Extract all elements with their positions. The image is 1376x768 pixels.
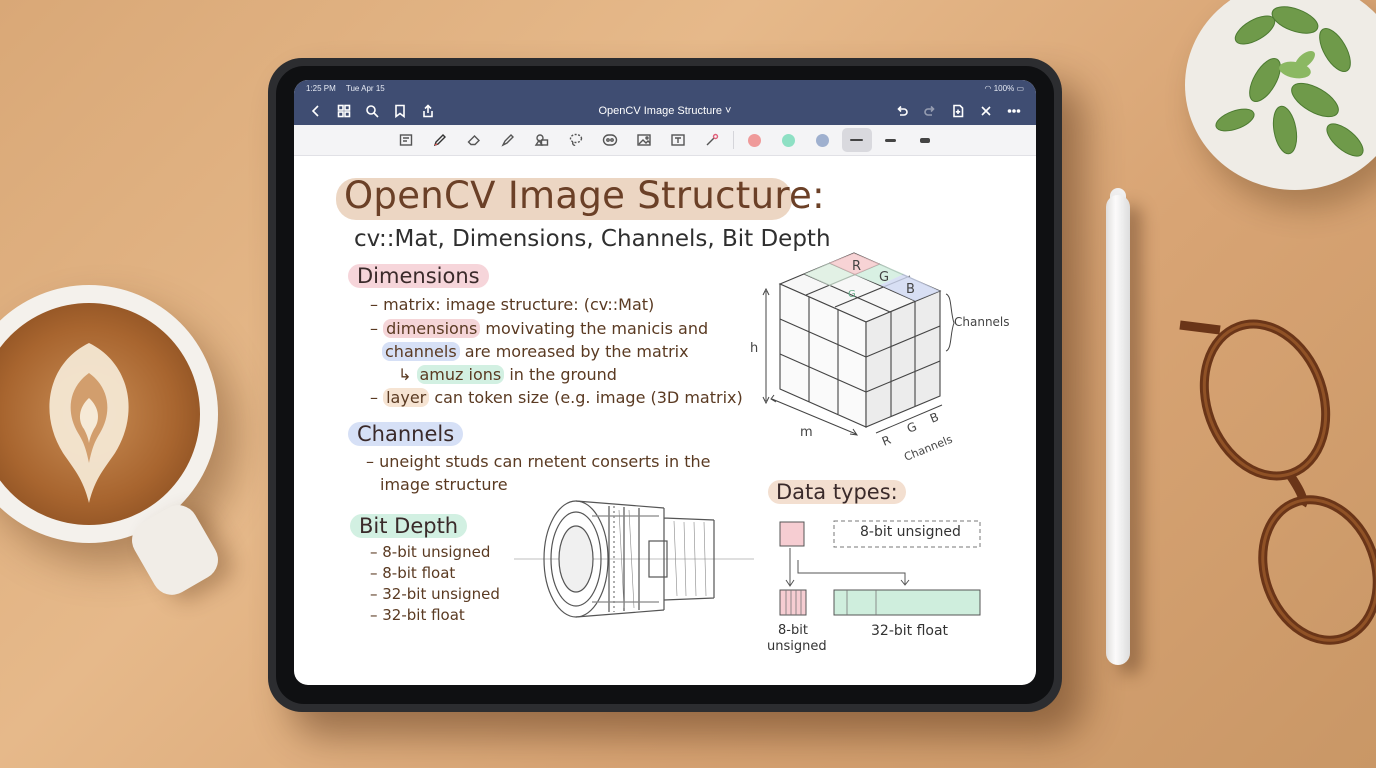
battery-level: 100% [993, 84, 1015, 93]
eyeglasses [1179, 319, 1376, 645]
cube-bottom-g: G [905, 419, 919, 435]
dimensions-line-5: – layer can token size (e.g. image (3D m… [370, 388, 743, 407]
status-left: 1:25 PM Tue Apr 15 [306, 84, 393, 93]
nav-right-group [888, 97, 1028, 125]
cube-top-g: G [879, 270, 889, 285]
succulent-plant [1215, 6, 1364, 157]
cube-channels-right: Channels [954, 315, 1010, 329]
app-screen: 1:25 PM Tue Apr 15 ◠ 100% ▭ OpenCV Image… [294, 80, 1036, 685]
latte-art [0, 303, 200, 525]
text-icon[interactable] [663, 128, 693, 152]
laser-pointer-icon[interactable] [697, 128, 727, 152]
note-canvas[interactable]: OpenCV Image Structure: cv::Mat, Dimensi… [294, 156, 1036, 685]
image-icon[interactable] [629, 128, 659, 152]
search-icon[interactable] [358, 97, 386, 125]
shapes-icon[interactable] [527, 128, 557, 152]
stylus-pencil [1106, 195, 1130, 665]
channels-line-2: image structure [380, 475, 508, 494]
cube-h-label: h [750, 341, 758, 356]
cube-top-r: R [852, 259, 861, 274]
cube-top-mid: G [848, 289, 856, 300]
bit-depth-heading: Bit Depth [350, 514, 468, 538]
dimensions-line-5-rest: can token size (e.g. image (3D matrix) [429, 388, 743, 407]
dimensions-line-1: – matrix: image structure: (cv::Mat) [370, 295, 655, 314]
cube-channels-bottom: Channels [902, 433, 954, 464]
lasso-icon[interactable] [561, 128, 591, 152]
camera-lens-sketch [514, 500, 754, 618]
dimensions-line-3: channels are moreased by the matrix [382, 342, 689, 361]
cube-bottom-r: R [880, 433, 893, 449]
status-date: Tue Apr 15 [345, 84, 385, 93]
add-page-icon[interactable] [944, 97, 972, 125]
status-time: 1:25 PM [306, 84, 336, 93]
dimensions-heading: Dimensions [348, 264, 489, 288]
grid-view-icon[interactable] [330, 97, 358, 125]
bit-depth-item: – 32-bit unsigned [370, 585, 500, 603]
layer-term: layer [383, 388, 430, 407]
stroke-width-thick[interactable] [910, 128, 940, 152]
status-bar: 1:25 PM Tue Apr 15 ◠ 100% ▭ [294, 80, 1036, 97]
dimensions-line-4: ↳ amuz ions in the ground [398, 365, 617, 384]
bookmark-icon[interactable] [386, 97, 414, 125]
status-right: ◠ 100% ▭ [985, 84, 1024, 93]
data-type-box-label: 8-bit unsigned [860, 524, 961, 540]
bit-depth-item: – 8-bit float [370, 564, 456, 582]
nav-left-group [302, 97, 442, 125]
note-subtitle: cv::Mat, Dimensions, Channels, Bit Depth [354, 226, 831, 252]
data-type-small-label-1: 8-bit [778, 623, 808, 638]
redo-icon[interactable] [916, 97, 944, 125]
cube-bottom-b: B [928, 410, 941, 426]
tool-bar [294, 125, 1036, 156]
share-icon[interactable] [414, 97, 442, 125]
close-icon[interactable] [972, 97, 1000, 125]
toolbar-divider [732, 131, 734, 149]
stroke-width-thin[interactable] [841, 128, 872, 152]
battery-icon: ▭ [1016, 84, 1024, 93]
highlighter-icon[interactable] [493, 128, 523, 152]
dimensions-line-2-pre: – [370, 319, 384, 338]
dimensions-line-2-rest: movivating the manicis and [480, 319, 709, 338]
data-types-heading: Data types: [768, 480, 906, 504]
data-type-small-label-2: unsigned [767, 639, 827, 654]
dimensions-term: dimensions [383, 319, 481, 338]
eraser-icon[interactable] [459, 128, 489, 152]
channels-line-1: – uneight studs can rnetent conserts in … [366, 452, 711, 471]
back-icon[interactable] [302, 97, 330, 125]
undo-icon[interactable] [888, 97, 916, 125]
dimensions-line-4-rest: in the ground [504, 365, 617, 384]
sub-arrow: ↳ [398, 365, 417, 384]
stroke-width-medium[interactable] [876, 128, 906, 152]
channels-term: channels [382, 342, 460, 361]
more-icon[interactable] [1000, 97, 1028, 125]
data-type-bar-label: 32-bit float [871, 623, 949, 639]
dimensions-line-3-rest: are moreased by the matrix [459, 342, 689, 361]
sticker-icon[interactable] [595, 128, 625, 152]
nav-bar: OpenCV Image Structure ˅ [294, 97, 1036, 125]
cube-m-label: m [800, 425, 813, 440]
color-swatch-slate[interactable] [808, 128, 838, 152]
cube-top-b: B [906, 282, 915, 297]
channels-heading: Channels [348, 422, 464, 446]
page-template-icon[interactable] [391, 128, 421, 152]
coffee-cup [0, 285, 218, 543]
color-swatch-red[interactable] [740, 128, 770, 152]
pen-icon[interactable] [425, 128, 455, 152]
note-title: OpenCV Image Structure: [344, 174, 825, 217]
dimensions-line-5-pre: – [370, 388, 384, 407]
dimensions-line-2: – dimensions movivating the manicis and [370, 319, 708, 338]
bit-depth-item: – 8-bit unsigned [370, 543, 491, 561]
wifi-icon: ◠ [984, 84, 992, 93]
bit-depth-item: – 32-bit float [370, 606, 465, 624]
color-swatch-mint[interactable] [774, 128, 804, 152]
matrix-cube-diagram: R G B G h m Channels R G B Channels [750, 252, 1010, 464]
amuzions-term: amuz ions [416, 365, 505, 384]
